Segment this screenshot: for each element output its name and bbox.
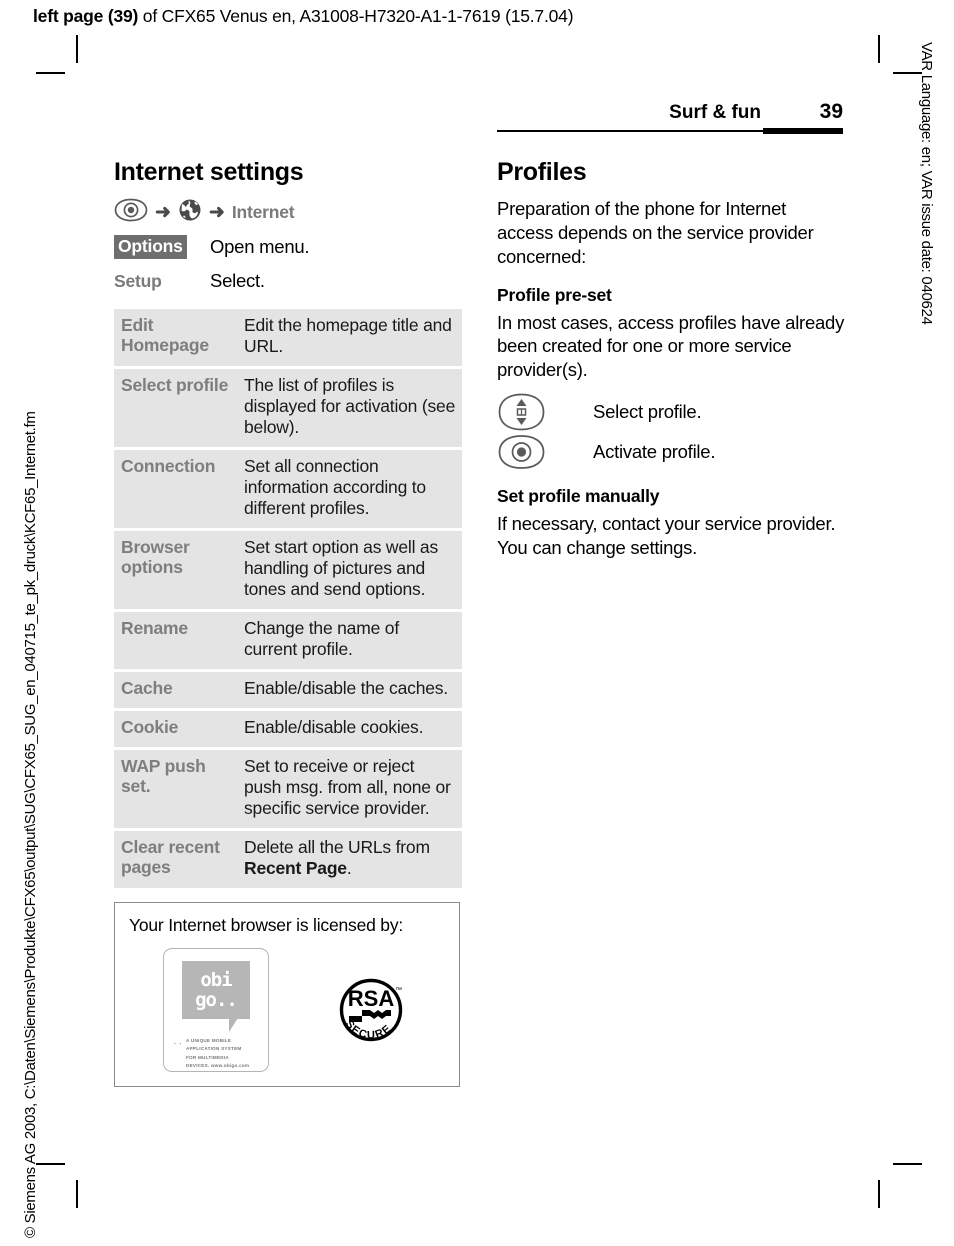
table-cell-option: Edit Homepage <box>114 309 239 369</box>
obigo-word-top: obi <box>200 968 232 991</box>
right-column: Profiles Preparation of the phone for In… <box>497 158 845 562</box>
crop-mark-bottom-right-vertical <box>878 1180 880 1208</box>
desc-pre: Delete all the URLs from <box>244 837 430 857</box>
select-key-icon <box>114 198 148 227</box>
key-row-activate-profile: Activate profile. <box>497 434 845 470</box>
page-header: Surf & fun 39 <box>497 100 843 134</box>
profiles-intro-paragraph: Preparation of the phone for Internet ac… <box>497 198 814 267</box>
key-row-setup-text: Select. <box>210 270 265 291</box>
header-rule-thin <box>497 129 763 132</box>
header-rule-thick <box>763 128 843 134</box>
running-header-bold: left page (39) <box>33 6 139 26</box>
svg-text:SECURE: SECURE <box>343 1018 395 1041</box>
table-cell-description: Set to receive or reject push msg. from … <box>239 748 462 831</box>
key-row-select-profile-text: Select profile. <box>593 401 702 423</box>
table-row: Cookie Enable/disable cookies. <box>114 709 462 750</box>
table-cell-description: Enable/disable cookies. <box>239 709 462 750</box>
up-down-key-icon[interactable] <box>497 392 593 432</box>
crop-mark-bottom-left-horizontal <box>36 1163 65 1166</box>
obigo-tagline-2: APPLICATION SYSTEM <box>186 1046 242 1052</box>
table-cell-option: Select profile <box>114 367 239 450</box>
menu-path-breadcrumb: ➜ ➜ Internet <box>114 197 462 227</box>
table-cell-option: WAP push set. <box>114 748 239 831</box>
table-row: Cache Enable/disable the caches. <box>114 670 462 711</box>
table-row: Browser options Set start option as well… <box>114 529 462 612</box>
license-box: Your Internet browser is licensed by: ob… <box>114 902 460 1087</box>
crop-mark-top-left-horizontal <box>36 72 65 75</box>
obigo-tagline-3: FOR MULTIMEDIA <box>186 1054 229 1060</box>
menu-item-setup-label: Setup <box>114 270 162 291</box>
table-cell-option: Rename <box>114 610 239 672</box>
document-page: left page (39) of CFX65 Venus en, A31008… <box>0 0 954 1246</box>
arrow-right-icon-2: ➜ <box>208 201 225 223</box>
arrow-right-icon-1: ➜ <box>155 201 171 223</box>
set-profile-manually-paragraph: If necessary, contact your service provi… <box>497 513 836 559</box>
key-row-options-text: Open menu. <box>210 236 310 257</box>
desc-bold: Recent Page <box>244 858 347 878</box>
obigo-logo: obi go.. ▪ ▪ A UNIQUE MOBILE APPLICATION… <box>163 948 269 1072</box>
subsection-title-profile-pre-set: Profile pre-set <box>497 284 612 305</box>
running-header-rest: of CFX65 Venus en, A31008-H7320-A1-1-761… <box>138 6 574 26</box>
table-cell-description: Delete all the URLs from Recent Page. <box>239 829 462 888</box>
license-box-title: Your Internet browser is licensed by: <box>129 915 404 935</box>
rsa-secure-logo: RSA ™ SECURE <box>333 972 409 1048</box>
obigo-tagline: ▪ ▪ A UNIQUE MOBILE APPLICATION SYSTEM F… <box>172 1037 260 1071</box>
table-row: Clear recent pages Delete all the URLs f… <box>114 829 462 888</box>
table-cell-description: The list of profiles is displayed for ac… <box>239 367 462 450</box>
internet-settings-options-table: Edit Homepage Edit the homepage title an… <box>114 309 462 888</box>
crop-mark-top-right-vertical <box>878 35 880 63</box>
license-logo-row: obi go.. ▪ ▪ A UNIQUE MOBILE APPLICATION… <box>129 948 445 1072</box>
softkey-options-label: Options <box>114 235 187 259</box>
obigo-dots-icon: ▪ ▪ <box>174 1040 183 1046</box>
table-cell-option: Browser options <box>114 529 239 612</box>
crop-mark-bottom-left-vertical <box>76 1180 78 1208</box>
obigo-word-bottom: go.. <box>195 988 238 1011</box>
table-cell-description: Set all connection information according… <box>239 448 462 531</box>
var-language-vertical: VAR Language: en; VAR issue date: 040624 <box>918 42 935 325</box>
footer-file-path-vertical: © Siemens AG 2003, C:\Daten\Siemens\Prod… <box>22 411 39 1238</box>
table-row: Select profile The list of profiles is d… <box>114 367 462 450</box>
table-cell-option: Cache <box>114 670 239 711</box>
key-row-activate-profile-text: Activate profile. <box>593 441 716 463</box>
chapter-title: Surf & fun <box>669 102 761 123</box>
select-key-icon[interactable] <box>497 434 593 470</box>
key-row-options: Options Open menu. <box>114 231 462 263</box>
table-row: Connection Set all connection informatio… <box>114 448 462 531</box>
desc-post: . <box>346 858 352 878</box>
left-column: Internet settings ➜ ➜ Internet Options O… <box>114 158 462 1087</box>
obigo-bubble-icon: obi go.. <box>182 961 250 1032</box>
table-row: WAP push set. Set to receive or reject p… <box>114 748 462 831</box>
profile-pre-set-paragraph: In most cases, access profiles have alre… <box>497 311 845 381</box>
globe-icon <box>178 198 202 227</box>
table-cell-option: Cookie <box>114 709 239 750</box>
menu-path-label-internet: Internet <box>231 201 295 222</box>
softkey-options[interactable]: Options <box>114 235 210 259</box>
menu-item-setup[interactable]: Setup <box>114 271 210 292</box>
running-header: left page (39) of CFX65 Venus en, A31008… <box>33 6 574 27</box>
obigo-tagline-1: A UNIQUE MOBILE <box>186 1038 232 1043</box>
table-cell-description: Set start option as well as handling of … <box>239 529 462 612</box>
table-cell-option: Connection <box>114 448 239 531</box>
subsection-title-set-profile-manually: Set profile manually <box>497 486 660 507</box>
svg-text:™: ™ <box>395 987 402 994</box>
table-cell-description: Edit the homepage title and URL. <box>239 309 462 369</box>
table-cell-description: Enable/disable the caches. <box>239 670 462 711</box>
section-title-internet-settings: Internet settings <box>114 158 304 186</box>
table-cell-option: Clear recent pages <box>114 829 239 888</box>
header-rule <box>497 128 843 134</box>
table-cell-description: Change the name of current profile. <box>239 610 462 672</box>
crop-mark-bottom-right-horizontal <box>893 1163 922 1166</box>
obigo-tagline-4: DEVICES. www.obigo.com <box>186 1063 250 1069</box>
page-number: 39 <box>819 100 843 123</box>
key-row-setup: Setup Select. <box>114 265 462 297</box>
table-row: Rename Change the name of current profil… <box>114 610 462 672</box>
key-row-select-profile: Select profile. <box>497 392 845 432</box>
section-title-profiles: Profiles <box>497 158 587 186</box>
table-row: Edit Homepage Edit the homepage title an… <box>114 309 462 369</box>
svg-text:RSA: RSA <box>348 986 395 1011</box>
crop-mark-top-left-vertical <box>76 35 78 63</box>
